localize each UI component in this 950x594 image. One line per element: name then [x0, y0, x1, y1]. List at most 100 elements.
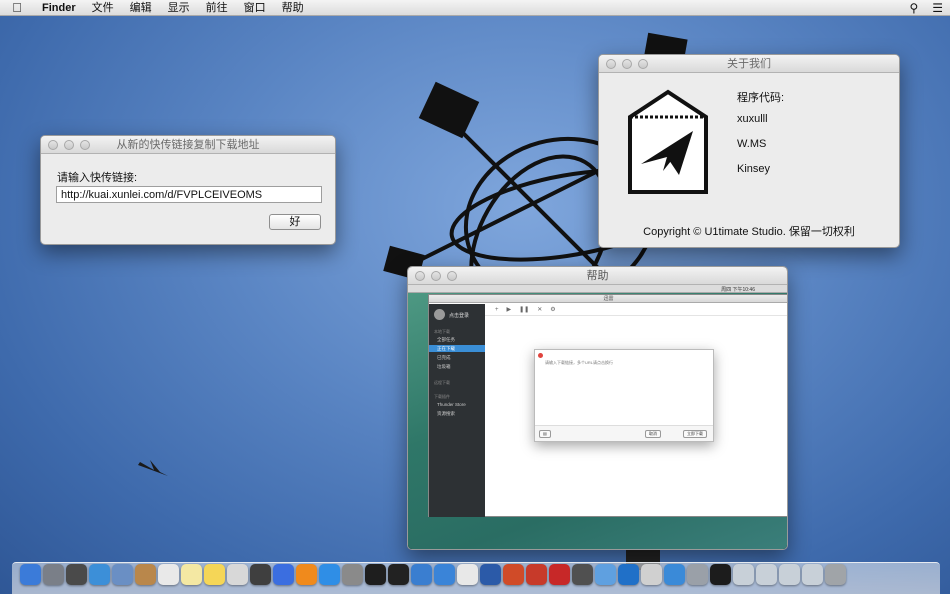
finder-icon[interactable]: [20, 564, 41, 585]
new-task-icon[interactable]: +: [495, 307, 499, 313]
credit-label: 程序代码:: [737, 92, 785, 104]
calendar-icon[interactable]: [158, 564, 179, 585]
about-title: 关于我们: [727, 58, 771, 70]
xcode-icon[interactable]: [411, 564, 432, 585]
sidebar-item-trash[interactable]: 垃圾箱: [429, 363, 485, 370]
documents-icon[interactable]: [756, 564, 777, 585]
avatar[interactable]: [434, 309, 445, 320]
url-hint: 请输入下载链接，多个URL请点击换行: [545, 360, 614, 365]
close-button[interactable]: [48, 140, 58, 150]
section-remote: 远程下载: [434, 380, 450, 385]
launchpad-icon[interactable]: [43, 564, 64, 585]
credit-name: xuxulll: [737, 113, 768, 125]
contacts-icon[interactable]: [135, 564, 156, 585]
safari-icon[interactable]: [89, 564, 110, 585]
facetime-icon[interactable]: [250, 564, 271, 585]
wps-icon[interactable]: [526, 564, 547, 585]
login-link[interactable]: 点击登录: [449, 312, 469, 319]
teamviewer-icon[interactable]: [618, 564, 639, 585]
spotlight-search-icon[interactable]: ⚲: [902, 1, 925, 15]
thunder-sidebar: 点击登录 本地下载 全部任务 正在下载 已完成 垃圾箱 远程下载 下载插件 Th…: [429, 304, 485, 517]
thunder-title: 迅雷: [603, 296, 614, 302]
credit-name: Kinsey: [737, 163, 771, 175]
pause-icon[interactable]: ❚❚: [519, 306, 529, 313]
mission-control-icon[interactable]: [66, 564, 87, 585]
sidebar-item-downloading[interactable]: 正在下载: [429, 345, 485, 352]
apple-menu-icon[interactable]: : [0, 0, 34, 15]
zoom-button[interactable]: [447, 271, 457, 281]
thunder-main: + ▶ ❚❚ ✕ ⚙ 请输入下载链接，多个URL请点击换行 ▤ 取消 立即下载: [485, 304, 787, 516]
help-window: 帮助 周四 下午10:46 迅雷 点击登录 本地下载 全部任务 正在下载 已完成…: [407, 266, 788, 550]
app-store-icon[interactable]: [319, 564, 340, 585]
filezilla-icon[interactable]: [549, 564, 570, 585]
settings-icon[interactable]: ⚙: [550, 306, 555, 313]
downloads-icon[interactable]: [733, 564, 754, 585]
chrome-icon[interactable]: [457, 564, 478, 585]
trash-icon[interactable]: [825, 564, 846, 585]
help-screenshot: 周四 下午10:46 迅雷 点击登录 本地下载 全部任务 正在下载 已完成 垃圾…: [408, 285, 787, 549]
copy-link-dialog: 从新的快传链接复制下载地址 请输入快传链接: 好: [40, 135, 336, 245]
desktop-icon[interactable]: [779, 564, 800, 585]
bt-file-icon[interactable]: ▤: [539, 430, 551, 438]
link-url-input[interactable]: [56, 186, 322, 203]
net-icon[interactable]: [572, 564, 593, 585]
close-icon[interactable]: [538, 353, 543, 358]
word-icon[interactable]: [480, 564, 501, 585]
photos-icon[interactable]: [227, 564, 248, 585]
preview-icon[interactable]: [112, 564, 133, 585]
itunes-icon[interactable]: [273, 564, 294, 585]
menu-go[interactable]: 前往: [198, 0, 236, 16]
terminal-icon[interactable]: [365, 564, 386, 585]
maps-icon[interactable]: [595, 564, 616, 585]
ok-button[interactable]: 好: [269, 214, 321, 230]
dock-icons: [20, 564, 934, 590]
menu-view[interactable]: 显示: [160, 0, 198, 16]
minimize-button[interactable]: [622, 59, 632, 69]
menu-edit[interactable]: 编辑: [122, 0, 160, 16]
folder-icon[interactable]: [802, 564, 823, 585]
play-icon[interactable]: ▶: [507, 306, 512, 313]
zoom-button[interactable]: [80, 140, 90, 150]
credit-name: W.MS: [737, 138, 767, 150]
sidebar-item-search[interactable]: 资源搜索: [429, 410, 485, 417]
embedded-menu-bar: 周四 下午10:46: [408, 285, 787, 293]
help-icon[interactable]: [687, 564, 708, 585]
system-preferences-icon[interactable]: [342, 564, 363, 585]
sidebar-item-store[interactable]: Thunder Store: [429, 401, 485, 408]
copyright-text: Copyright © U1timate Studio. 保留一切权利: [643, 226, 855, 238]
thunder-titlebar: 迅雷: [429, 295, 787, 303]
time-machine-icon[interactable]: [664, 564, 685, 585]
embedded-clock: 周四 下午10:46: [721, 287, 755, 293]
paper-plane-logo-icon: [628, 89, 708, 194]
notes-icon[interactable]: [181, 564, 202, 585]
about-titlebar: 关于我们: [599, 55, 899, 73]
minimize-button[interactable]: [431, 271, 441, 281]
delete-icon[interactable]: ✕: [537, 306, 542, 313]
about-dialog: 关于我们 程序代码: xuxulll W.MS Kinsey Copyright…: [598, 54, 900, 248]
sidebar-item-completed[interactable]: 已完成: [429, 354, 485, 361]
menu-file[interactable]: 文件: [84, 0, 122, 16]
notification-center-icon[interactable]: ☰: [925, 1, 950, 15]
utility-icon[interactable]: [641, 564, 662, 585]
cancel-button[interactable]: 取消: [645, 430, 661, 438]
close-button[interactable]: [606, 59, 616, 69]
thunder-app-window: 迅雷 点击登录 本地下载 全部任务 正在下载 已完成 垃圾箱 远程下载 下载插件…: [428, 294, 787, 517]
menu-bar:  Finder 文件 编辑 显示 前往 窗口 帮助 ⚲ ☰: [0, 0, 950, 16]
download-now-button[interactable]: 立即下载: [683, 430, 707, 438]
thunder-icon[interactable]: [434, 564, 455, 585]
section-local: 本地下载: [434, 329, 450, 334]
powerpoint-icon[interactable]: [503, 564, 524, 585]
close-button[interactable]: [415, 271, 425, 281]
menu-app-name[interactable]: Finder: [34, 0, 84, 16]
zoom-button[interactable]: [638, 59, 648, 69]
qq-icon[interactable]: [388, 564, 409, 585]
menu-help[interactable]: 帮助: [274, 0, 312, 16]
sidebar-item-all[interactable]: 全部任务: [429, 336, 485, 343]
dialog-title: 从新的快传链接复制下载地址: [116, 139, 260, 151]
stickies-icon[interactable]: [204, 564, 225, 585]
new-task-dialog: 请输入下载链接，多个URL请点击换行 ▤ 取消 立即下载: [534, 349, 714, 442]
menu-window[interactable]: 窗口: [236, 0, 274, 16]
minimize-button[interactable]: [64, 140, 74, 150]
music-icon[interactable]: [710, 564, 731, 585]
ibooks-icon[interactable]: [296, 564, 317, 585]
